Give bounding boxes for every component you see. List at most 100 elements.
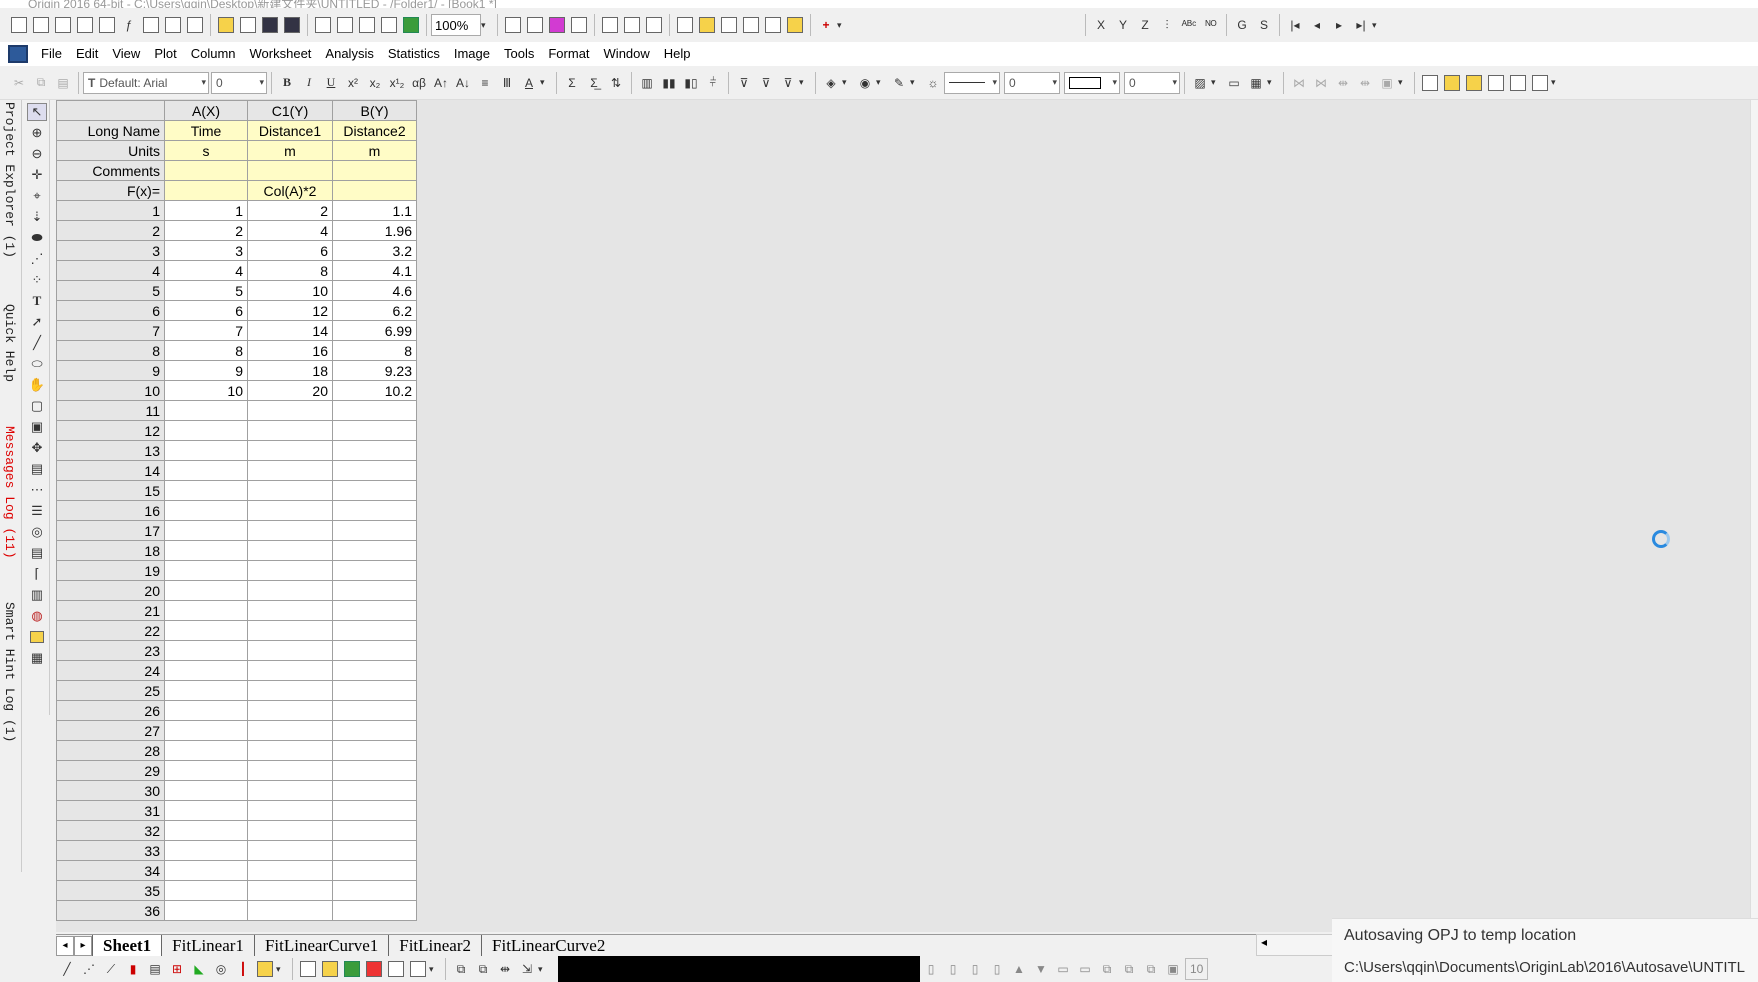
horizontal-scrollbar[interactable]: ◂: [1256, 934, 1336, 956]
data-cell[interactable]: [332, 500, 417, 521]
unmerge-icon[interactable]: ⋈: [1311, 72, 1331, 94]
brightness-icon[interactable]: ☼: [923, 72, 943, 94]
copy-page-icon[interactable]: [525, 14, 545, 36]
style-icon-2[interactable]: ▯: [943, 958, 963, 980]
data-cell[interactable]: [247, 780, 333, 801]
filter-icon[interactable]: ⊽: [734, 72, 754, 94]
pattern-width-combo[interactable]: 0: [1124, 71, 1180, 94]
greek-icon[interactable]: αβ: [409, 72, 429, 94]
calendar-icon[interactable]: [741, 14, 761, 36]
style-icon-3[interactable]: ▯: [965, 958, 985, 980]
data-cell[interactable]: 8: [332, 340, 417, 361]
data-cell[interactable]: 4.6: [332, 280, 417, 301]
arrow-tool-icon[interactable]: ➚: [27, 313, 47, 331]
results-log-icon[interactable]: [569, 14, 589, 36]
label-cell[interactable]: Time: [164, 120, 248, 141]
label-row-header[interactable]: F(x)=: [56, 180, 165, 201]
align-icon[interactable]: ≡: [475, 72, 495, 94]
line-width-combo[interactable]: 0: [1004, 71, 1060, 94]
data-cell[interactable]: [164, 720, 248, 741]
paste-icon[interactable]: ▤: [53, 72, 73, 94]
data-cell[interactable]: 1: [164, 200, 248, 221]
subscript-icon[interactable]: x₂: [365, 72, 385, 94]
data-cell[interactable]: 1.1: [332, 200, 417, 221]
data-cell[interactable]: 2: [247, 200, 333, 221]
screen-reader-icon[interactable]: ✛: [27, 166, 47, 184]
data-cell[interactable]: [332, 620, 417, 641]
row-header[interactable]: 14: [56, 460, 165, 481]
menu-format[interactable]: Format: [541, 42, 596, 66]
row-header[interactable]: 4: [56, 260, 165, 281]
new-project-icon[interactable]: [9, 14, 29, 36]
object-icon-3[interactable]: [1464, 72, 1484, 94]
subject-button[interactable]: S: [1254, 14, 1274, 36]
row-header[interactable]: 32: [56, 820, 165, 841]
data-cell[interactable]: [332, 400, 417, 421]
data-cell[interactable]: [164, 780, 248, 801]
data-cell[interactable]: [332, 680, 417, 701]
data-cell[interactable]: 20: [247, 380, 333, 401]
data-cell[interactable]: 4: [247, 220, 333, 241]
label-row-header[interactable]: Units: [56, 140, 165, 161]
zoom-in-icon[interactable]: ⊕: [27, 124, 47, 142]
italic-button[interactable]: I: [299, 72, 319, 94]
data-cell[interactable]: [164, 740, 248, 761]
data-cell[interactable]: [332, 880, 417, 901]
data-cell[interactable]: 6.2: [332, 300, 417, 321]
data-cell[interactable]: [164, 840, 248, 861]
refresh-icon[interactable]: [401, 14, 421, 36]
data-reader-icon[interactable]: [697, 14, 717, 36]
line-color-icon[interactable]: ✎: [889, 72, 909, 94]
box-chart-icon[interactable]: ⊞: [167, 958, 187, 980]
scroll-left-icon[interactable]: ◂: [1261, 935, 1267, 949]
label-cell[interactable]: m: [332, 140, 417, 161]
row-header[interactable]: 25: [56, 680, 165, 701]
label-cell[interactable]: Distance1: [247, 120, 333, 141]
clipboard-tool-icon[interactable]: ▤: [27, 460, 47, 478]
style-icon-9[interactable]: ⧉: [1097, 958, 1117, 980]
label-cell[interactable]: [164, 180, 248, 201]
globe-icon[interactable]: ◍: [27, 607, 47, 625]
ellipse-tool-icon[interactable]: ⬭: [27, 355, 47, 373]
disregard-column-icon[interactable]: ᴺᴼ: [1201, 14, 1221, 36]
data-cell[interactable]: [332, 660, 417, 681]
spread-icon[interactable]: ⇹: [1355, 72, 1375, 94]
label-cell[interactable]: m: [247, 140, 333, 161]
data-cell[interactable]: [332, 740, 417, 761]
messages-log-tab[interactable]: Messages Log (11): [2, 426, 17, 559]
label-cell[interactable]: [332, 160, 417, 181]
row-header[interactable]: 22: [56, 620, 165, 641]
table-icon[interactable]: ▦: [1246, 72, 1266, 94]
hatch-icon[interactable]: ▨: [1190, 72, 1210, 94]
lock-icon[interactable]: ▣: [1377, 72, 1397, 94]
copy-icon[interactable]: ⧉: [31, 72, 51, 94]
row-header[interactable]: 18: [56, 540, 165, 561]
line-style-combo[interactable]: [944, 71, 1000, 94]
menu-analysis[interactable]: Analysis: [318, 42, 380, 66]
menu-help[interactable]: Help: [657, 42, 698, 66]
tab-fitlinear1[interactable]: FitLinear1: [161, 934, 254, 957]
label-column-icon[interactable]: ᴬᴮᶜ: [1179, 14, 1199, 36]
box-plot-icon[interactable]: ⫩: [703, 72, 723, 94]
data-cell[interactable]: 4.1: [332, 260, 417, 281]
layout-icon[interactable]: ▭: [1224, 72, 1244, 94]
notes-icon[interactable]: [763, 14, 783, 36]
row-header[interactable]: 29: [56, 760, 165, 781]
object-icon-4[interactable]: [1486, 72, 1506, 94]
label-cell[interactable]: [332, 180, 417, 201]
project-explorer-tab[interactable]: Project Explorer (1): [2, 102, 17, 258]
filter-more-icon[interactable]: ▾: [799, 77, 811, 88]
save-icon[interactable]: [260, 14, 280, 36]
new-matrix-icon[interactable]: [97, 14, 117, 36]
row-header[interactable]: 11: [56, 400, 165, 421]
column-header-c1[interactable]: C1(Y): [247, 100, 333, 121]
3d-more-icon[interactable]: ▾: [429, 964, 441, 975]
data-cell[interactable]: 16: [247, 340, 333, 361]
doc-icon[interactable]: ▥: [27, 586, 47, 604]
merge-icon[interactable]: ⋈: [1289, 72, 1309, 94]
data-cell[interactable]: [164, 640, 248, 661]
data-cell[interactable]: [247, 640, 333, 661]
data-cell[interactable]: [332, 720, 417, 741]
data-cell[interactable]: [332, 480, 417, 501]
row-header[interactable]: 13: [56, 440, 165, 461]
